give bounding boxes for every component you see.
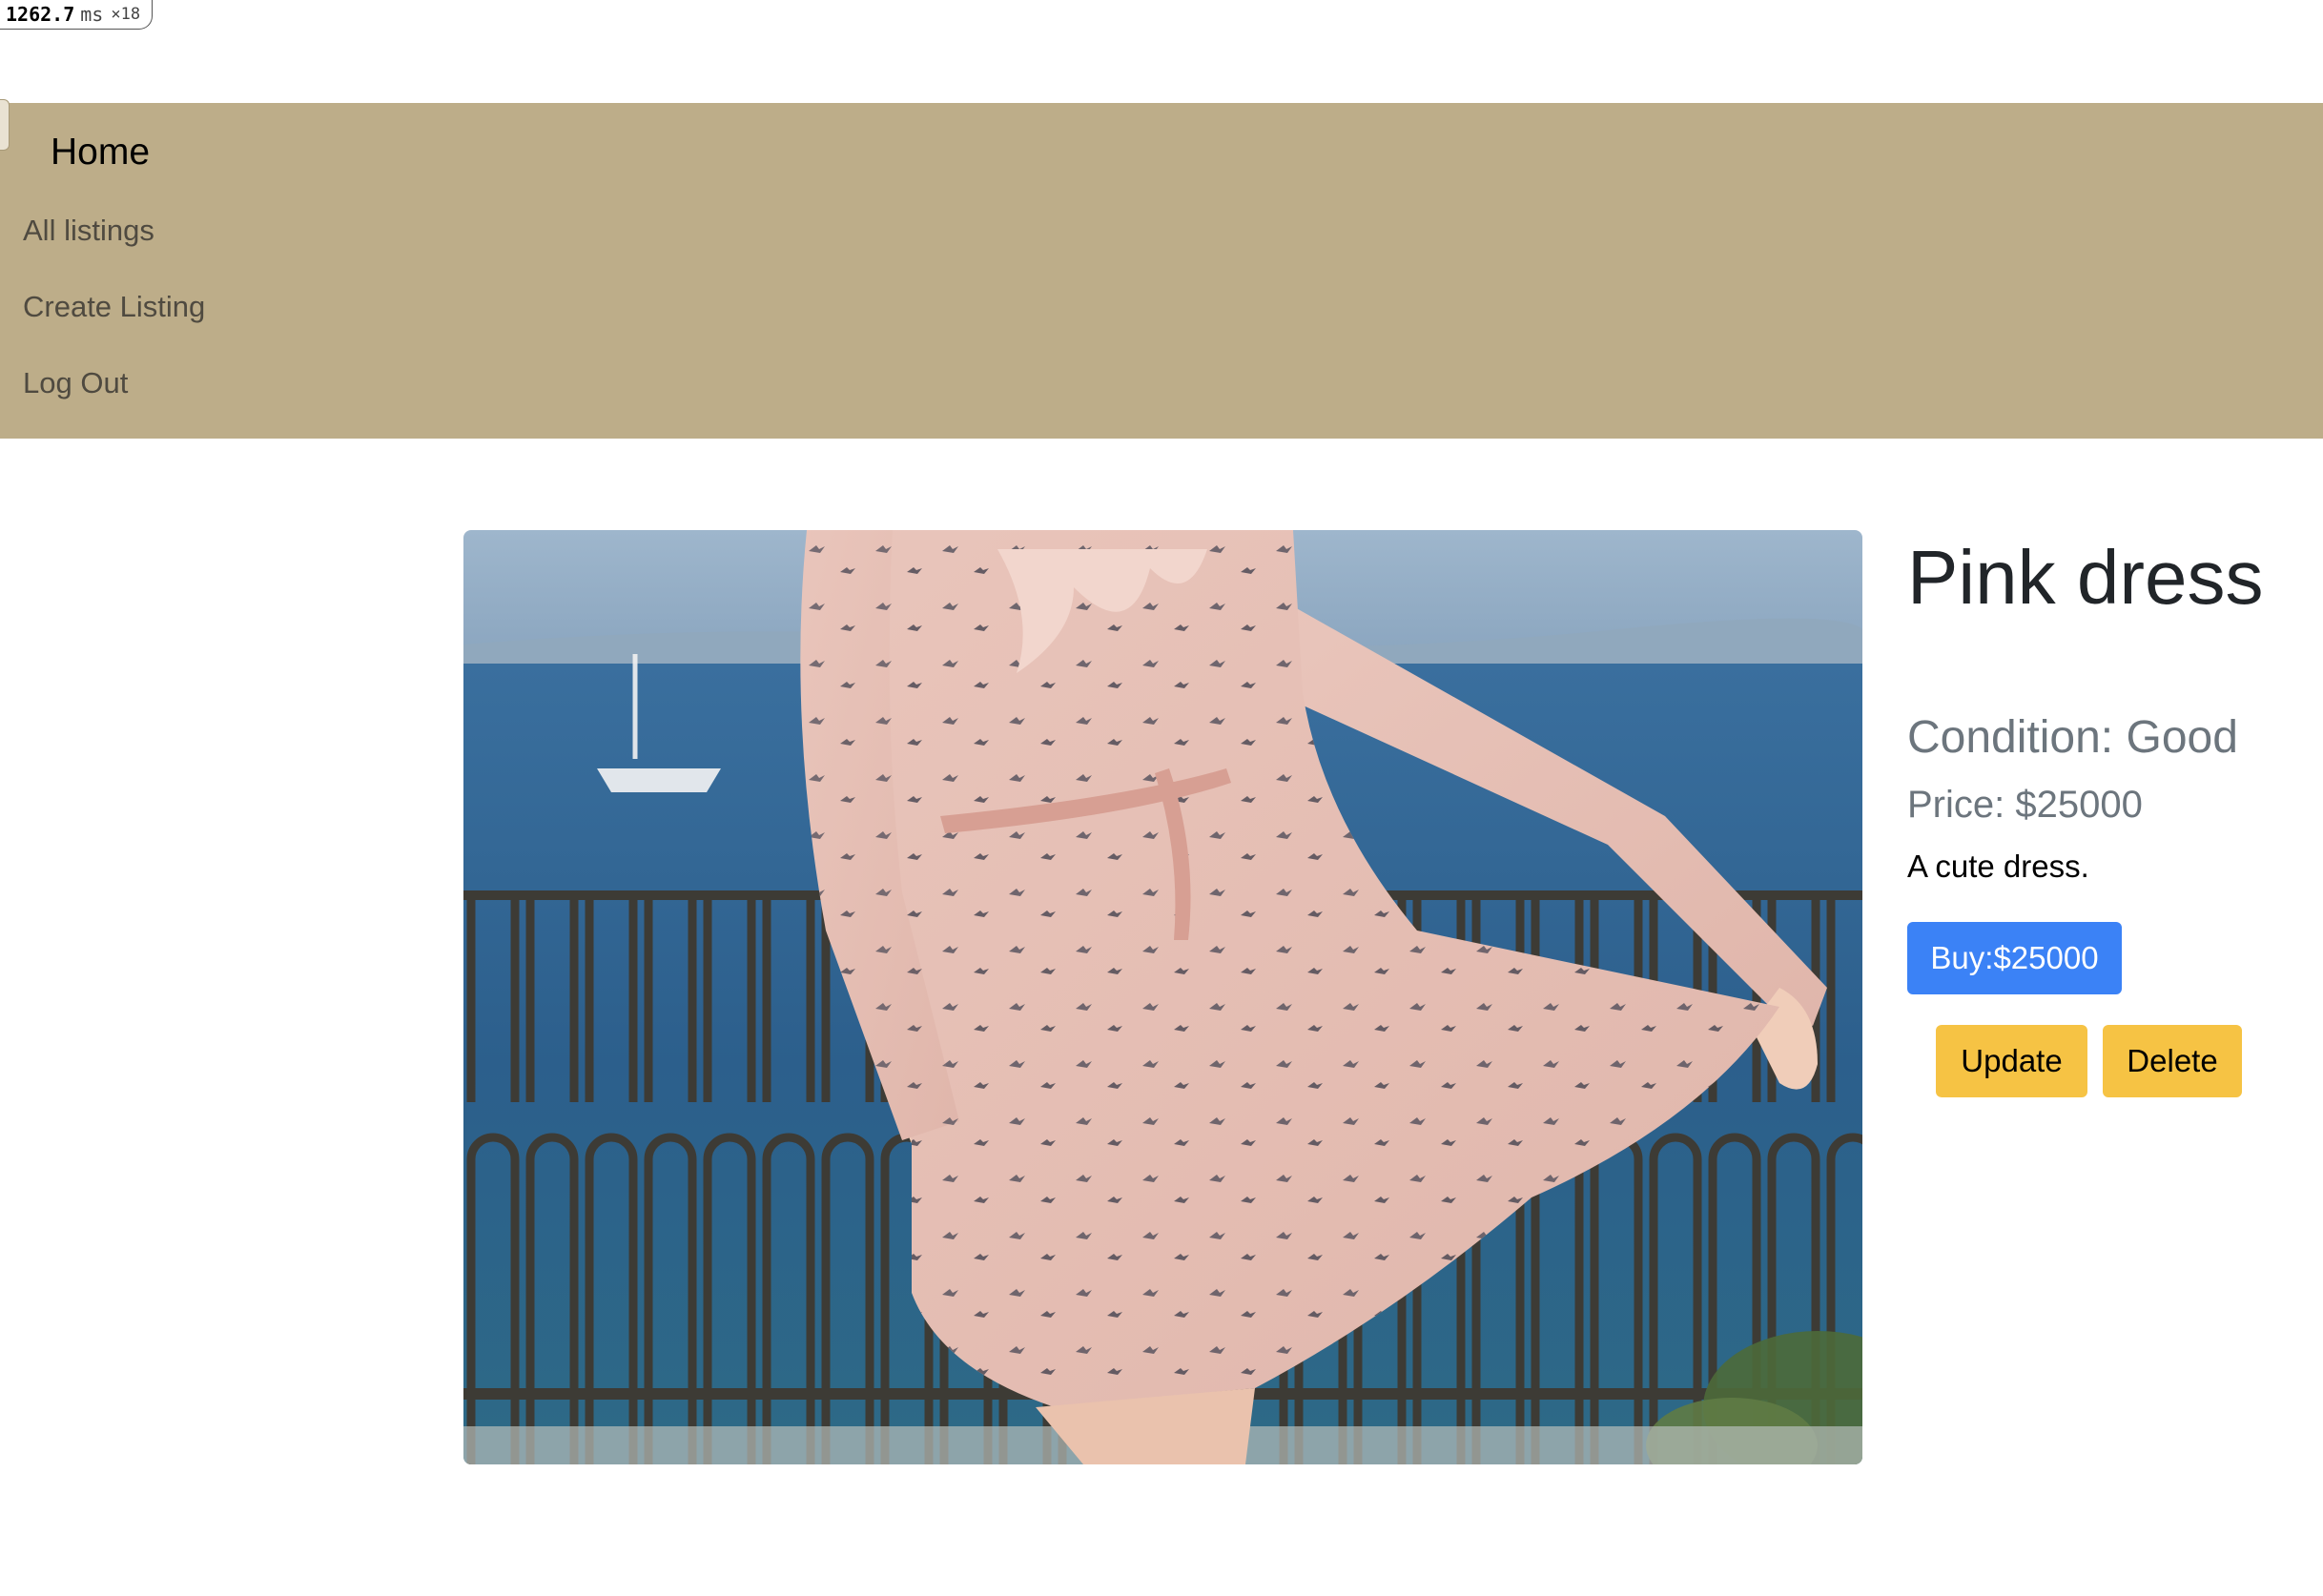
- listing-description: A cute dress.: [1907, 849, 2089, 884]
- update-button[interactable]: Update: [1936, 1025, 2087, 1097]
- navbar-toggle-handle[interactable]: [0, 99, 10, 151]
- listing-price: Price: $25000: [1907, 784, 2143, 826]
- product-image: [463, 530, 1862, 1464]
- navbar: Home All listings Create Listing Log Out: [0, 99, 2323, 439]
- performance-overlay: 1262.7 ms ×18: [0, 0, 154, 30]
- render-time-value: 1262.7: [6, 3, 75, 26]
- listing-title: Pink dress: [1907, 535, 2264, 620]
- delete-button[interactable]: Delete: [2103, 1025, 2242, 1097]
- buy-button[interactable]: Buy:$25000: [1907, 922, 2122, 994]
- nav-brand-home[interactable]: Home: [51, 132, 150, 174]
- nav-link-all-listings[interactable]: All listings: [23, 214, 154, 248]
- nav-link-create-listing[interactable]: Create Listing: [23, 290, 205, 324]
- render-count: ×18: [111, 5, 141, 24]
- listing-condition: Condition: Good: [1907, 712, 2238, 763]
- render-time-unit: ms: [80, 3, 104, 26]
- nav-link-log-out[interactable]: Log Out: [23, 366, 128, 400]
